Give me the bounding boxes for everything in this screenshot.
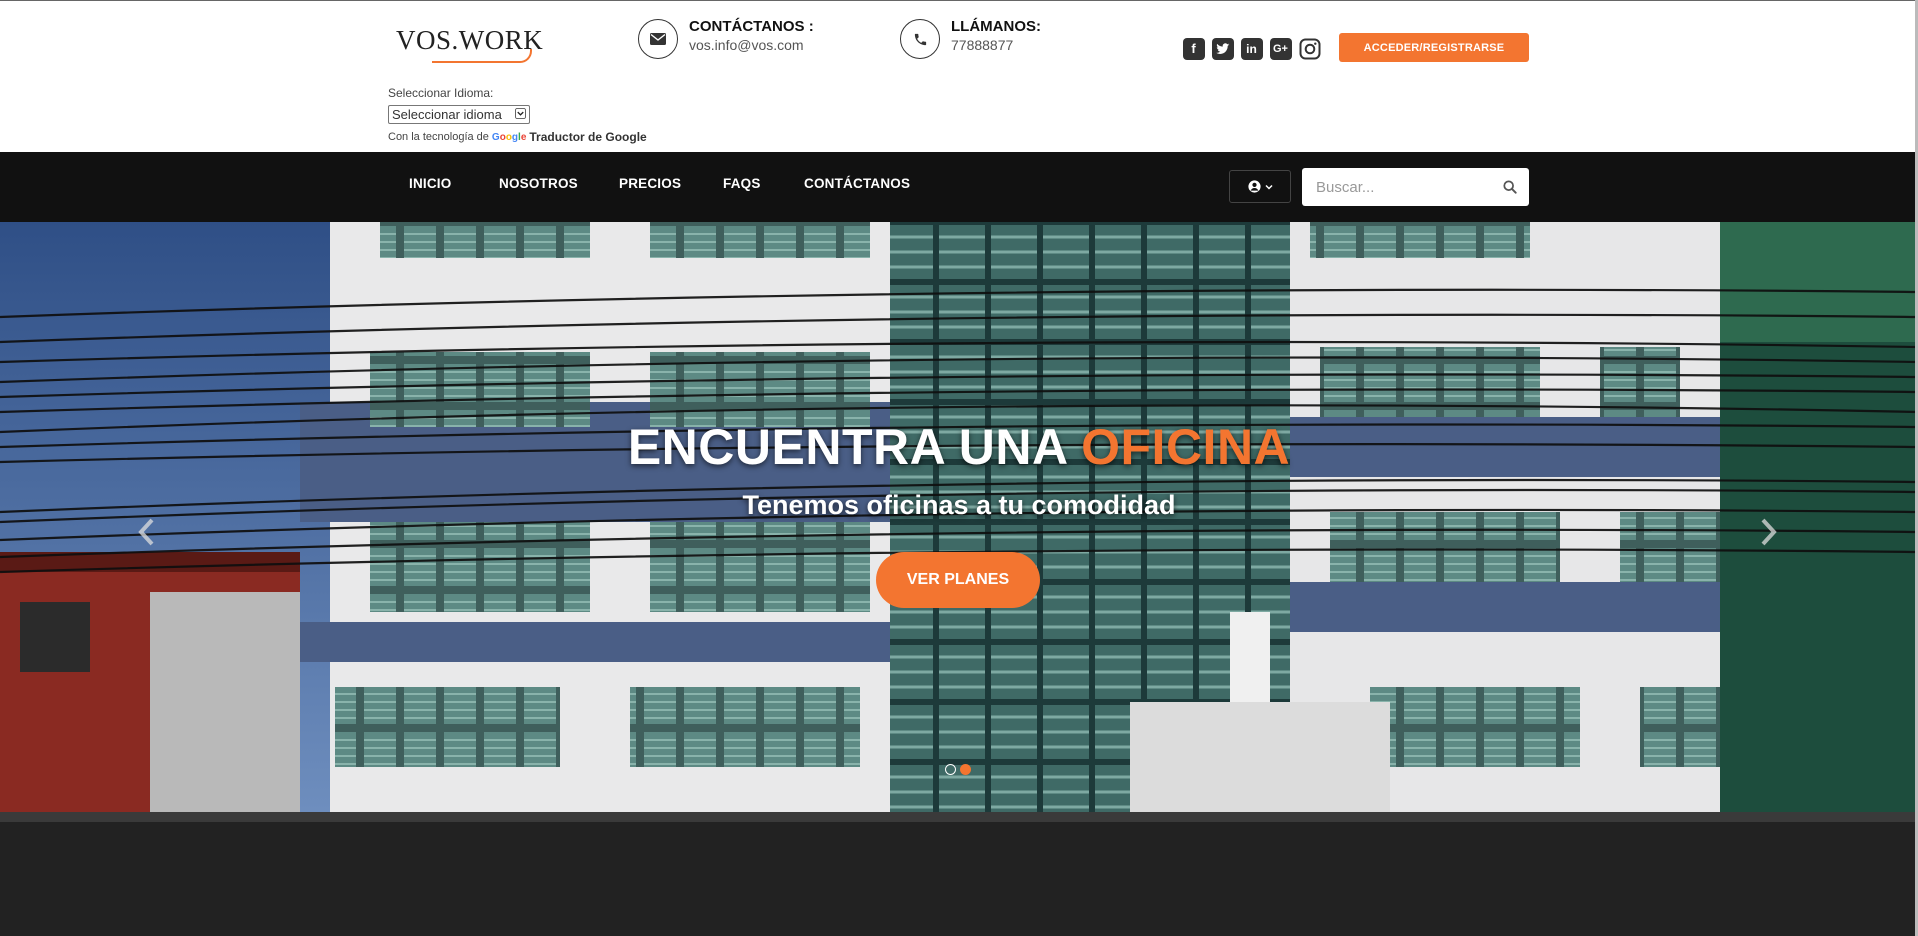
- translate-widget: Seleccionar Idioma: Seleccionar idioma C…: [388, 86, 647, 144]
- nav-item-precios[interactable]: PRECIOS: [619, 176, 681, 191]
- powered-prefix: Con la tecnología de: [388, 131, 489, 143]
- social-links: f in G+: [1182, 37, 1321, 60]
- hero-title-main: ENCUENTRA UNA: [627, 419, 1082, 475]
- nav-item-faqs[interactable]: FAQS: [723, 176, 761, 191]
- carousel-prev-arrow[interactable]: [132, 512, 162, 552]
- google-plus-icon[interactable]: G+: [1269, 37, 1292, 60]
- search-box: [1302, 168, 1529, 206]
- hero-title-accent: OFICINA: [1081, 419, 1291, 475]
- carousel-dot-2[interactable]: [960, 764, 971, 775]
- chevron-down-icon: [1264, 184, 1273, 190]
- carousel-dot-1[interactable]: [945, 764, 956, 775]
- chevron-down-icon: [515, 108, 526, 119]
- user-circle-icon: [1247, 180, 1261, 193]
- site-logo[interactable]: VOS.WORK: [392, 19, 543, 63]
- ver-planes-button[interactable]: VER PLANES: [876, 552, 1040, 608]
- search-icon[interactable]: [1503, 180, 1517, 194]
- nav-item-nosotros[interactable]: NOSOTROS: [499, 176, 578, 191]
- language-select[interactable]: Seleccionar idioma: [388, 105, 530, 124]
- search-input[interactable]: [1302, 168, 1492, 206]
- carousel-next-arrow[interactable]: [1753, 512, 1783, 552]
- nav-item-inicio[interactable]: INICIO: [409, 176, 451, 191]
- contact-email: CONTÁCTANOS : vos.info@vos.com: [638, 18, 814, 59]
- contact-phone-title: LLÁMANOS:: [951, 18, 1041, 35]
- language-select-value: Seleccionar idioma: [392, 107, 502, 122]
- phone-icon: [900, 19, 940, 59]
- top-header: VOS.WORK CONTÁCTANOS : vos.info@vos.com …: [0, 0, 1918, 152]
- hero-title: ENCUENTRA UNA OFICINA: [0, 418, 1918, 476]
- hero-subtitle: Tenemos oficinas a tu comodidad: [742, 490, 1176, 520]
- login-register-button[interactable]: ACCEDER/REGISTRARSE: [1339, 33, 1529, 62]
- google-translate-link[interactable]: Traductor de Google: [529, 130, 646, 144]
- hero-carousel: ENCUENTRA UNA OFICINA Tenemos oficinas a…: [0, 222, 1918, 822]
- envelope-icon: [638, 19, 678, 59]
- facebook-icon[interactable]: f: [1182, 37, 1205, 60]
- user-menu-button[interactable]: [1229, 170, 1291, 203]
- contact-phone-value[interactable]: 77888877: [951, 36, 1041, 54]
- logo-swoosh: [432, 49, 532, 63]
- hero-background-image: [0, 222, 1918, 822]
- twitter-icon[interactable]: [1211, 37, 1234, 60]
- contact-phone: LLÁMANOS: 77888877: [900, 18, 1041, 59]
- language-label: Seleccionar Idioma:: [388, 86, 494, 100]
- page-lower-area: [0, 822, 1918, 936]
- main-navbar: INICIO NOSOTROS PRECIOS FAQS CONTÁCTANOS: [0, 152, 1918, 222]
- chevron-right-icon: [1761, 518, 1777, 546]
- powered-by-google: Con la tecnología de Google Traductor de…: [388, 130, 647, 144]
- instagram-icon[interactable]: [1298, 37, 1321, 60]
- carousel-indicators: [945, 764, 971, 775]
- linkedin-icon[interactable]: in: [1240, 37, 1263, 60]
- contact-email-title: CONTÁCTANOS :: [689, 18, 814, 35]
- nav-item-contactanos[interactable]: CONTÁCTANOS: [804, 176, 910, 191]
- contact-email-value[interactable]: vos.info@vos.com: [689, 36, 814, 54]
- chevron-left-icon: [138, 518, 154, 546]
- google-logo-icon: Google: [491, 131, 527, 143]
